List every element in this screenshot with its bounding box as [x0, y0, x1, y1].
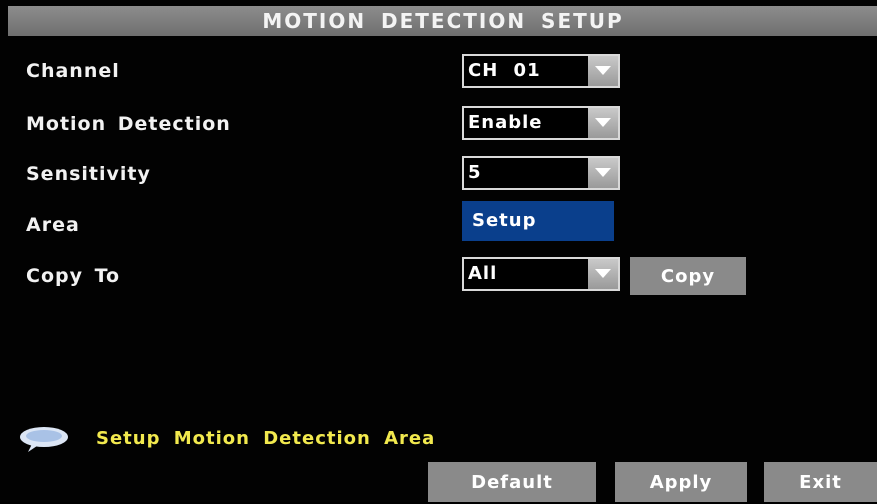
area-setup-button[interactable]: Setup	[462, 201, 614, 241]
hint-text: Setup Motion Detection Area	[96, 428, 436, 449]
area-label: Area	[26, 214, 80, 236]
copy-to-value: All	[468, 263, 498, 284]
default-button[interactable]: Default	[428, 462, 596, 502]
chevron-down-icon[interactable]	[588, 158, 618, 188]
chevron-down-icon[interactable]	[588, 259, 618, 289]
chevron-down-icon[interactable]	[588, 108, 618, 138]
sensitivity-label: Sensitivity	[26, 163, 151, 185]
channel-value: CH 01	[468, 60, 541, 81]
chevron-down-icon[interactable]	[588, 56, 618, 86]
channel-dropdown[interactable]: CH 01	[462, 54, 620, 88]
sensitivity-value: 5	[468, 162, 482, 183]
exit-button[interactable]: Exit	[764, 462, 877, 502]
motion-detection-dropdown[interactable]: Enable	[462, 106, 620, 140]
copy-button[interactable]: Copy	[630, 257, 746, 295]
sensitivity-dropdown[interactable]: 5	[462, 156, 620, 190]
motion-detection-setup-screen: MOTION DETECTION SETUP Channel CH 01 Mot…	[0, 0, 877, 502]
apply-button[interactable]: Apply	[615, 462, 747, 502]
page-title: MOTION DETECTION SETUP	[8, 6, 877, 36]
motion-detection-value: Enable	[468, 112, 543, 133]
copy-to-label: Copy To	[26, 265, 121, 287]
channel-label: Channel	[26, 60, 120, 82]
motion-detection-label: Motion Detection	[26, 113, 231, 135]
copy-to-dropdown[interactable]: All	[462, 257, 620, 291]
speech-bubble-icon	[18, 426, 70, 458]
